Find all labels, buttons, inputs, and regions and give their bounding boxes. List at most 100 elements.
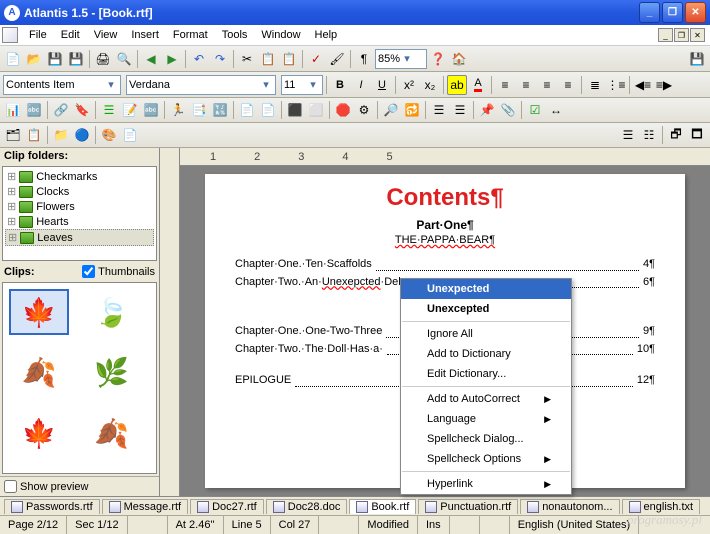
saveall-button[interactable]: 💾 [66,49,86,69]
doc-tab[interactable]: Message.rtf [102,499,188,514]
copy-button[interactable]: 📋 [258,49,278,69]
tool-a[interactable]: 📊 [3,100,23,120]
align-right-button[interactable]: ≡ [537,75,557,95]
menu-tools[interactable]: Tools [215,26,255,44]
redo-button[interactable]: ↷ [210,49,230,69]
doc-tab[interactable]: nonautonom... [520,499,619,514]
tool-o[interactable]: ⚙ [354,100,374,120]
panel-f[interactable]: 📄 [120,125,140,145]
tool-g[interactable]: 🔤 [141,100,161,120]
hyperlink-submenu[interactable]: Hyperlink▶ [401,474,571,494]
mdi-close-button[interactable]: ✕ [690,28,705,42]
size-combo[interactable]: 11▾ [281,75,323,95]
numbering-button[interactable]: ≣ [585,75,605,95]
tool-t[interactable]: ☑ [525,100,545,120]
panel-c[interactable]: 📁 [51,125,71,145]
show-preview-checkbox[interactable]: Show preview [0,476,159,496]
view-a[interactable]: ☰ [618,125,638,145]
panel-a[interactable]: 🗂 [3,125,23,145]
nav-next-button[interactable]: ▶ [162,49,182,69]
folder-tree[interactable]: ⊞Checkmarks ⊞Clocks ⊞Flowers ⊞Hearts ⊞Le… [2,166,157,261]
folder-flowers[interactable]: ⊞Flowers [5,199,154,214]
clip-item[interactable]: 🍂 [82,410,142,456]
align-left-button[interactable]: ≡ [495,75,515,95]
menu-file[interactable]: File [22,26,54,44]
tool-u[interactable]: ↔ [546,100,566,120]
tool-run[interactable]: 🏃 [168,100,188,120]
clip-item[interactable]: 🍂 [9,350,69,396]
tool-e[interactable]: ☰ [99,100,119,120]
doc-tab-active[interactable]: Book.rtf [349,499,416,514]
help-button[interactable]: ❓ [428,49,448,69]
add-to-dictionary[interactable]: Add to Dictionary [401,344,571,364]
view-b[interactable]: ☷ [639,125,659,145]
tool-s[interactable]: 📎 [498,100,518,120]
thumbnails-checkbox[interactable]: Thumbnails [82,265,155,278]
tool-m[interactable]: ⬜ [306,100,326,120]
font-combo[interactable]: Verdana▾ [126,75,276,95]
nav-prev-button[interactable]: ◀ [141,49,161,69]
view-d[interactable]: 🗖 [687,125,707,145]
open-button[interactable]: 📂 [24,49,44,69]
highlight-button[interactable]: ab [447,75,467,95]
tool-c[interactable]: 🔗 [51,100,71,120]
outdent-button[interactable]: ◀≡ [633,75,653,95]
doc-tab[interactable]: english.txt [622,499,701,514]
menu-edit[interactable]: Edit [54,26,87,44]
spell-button[interactable]: ✓ [306,49,326,69]
menu-window[interactable]: Window [254,26,307,44]
bold-button[interactable]: B [330,75,350,95]
italic-button[interactable]: I [351,75,371,95]
home-button[interactable]: 🏠 [449,49,469,69]
doc-tab[interactable]: Doc27.rtf [190,499,264,514]
paste-button[interactable]: 📋 [279,49,299,69]
undo-button[interactable]: ↶ [189,49,209,69]
new-button[interactable]: 📄 [3,49,23,69]
tool-p[interactable]: ☰ [429,100,449,120]
tool-i[interactable]: 🔣 [210,100,230,120]
superscript-button[interactable]: x² [399,75,419,95]
suggestion-unexpected[interactable]: Unexpected [401,279,571,299]
add-to-autocorrect[interactable]: Add to AutoCorrect▶ [401,389,571,409]
preview-button[interactable]: 🔍 [114,49,134,69]
print-button[interactable]: 🖨 [93,49,113,69]
doc-tab[interactable]: Doc28.doc [266,499,348,514]
clip-item[interactable]: 🍃 [82,289,142,335]
menu-help[interactable]: Help [308,26,345,44]
doc-tab[interactable]: Passwords.rtf [4,499,100,514]
language-submenu[interactable]: Language▶ [401,409,571,429]
mdi-minimize-button[interactable]: _ [658,28,673,42]
tool-replace[interactable]: 🔂 [402,100,422,120]
style-combo[interactable]: Contents Item▾ [3,75,121,95]
view-c[interactable]: 🗗 [666,125,686,145]
tool-r[interactable]: 📌 [477,100,497,120]
close-button[interactable]: ✕ [685,2,706,23]
folder-clocks[interactable]: ⊞Clocks [5,184,154,199]
clip-item[interactable]: 🍁 [9,410,69,456]
panel-d[interactable]: 🔵 [72,125,92,145]
panel-e[interactable]: 🎨 [99,125,119,145]
tool-l[interactable]: ⬛ [285,100,305,120]
spellcheck-options[interactable]: Spellcheck Options▶ [401,449,571,469]
maximize-button[interactable]: ❐ [662,2,683,23]
bullets-button[interactable]: ⋮≡ [606,75,626,95]
menu-view[interactable]: View [87,26,125,44]
tool-q[interactable]: ☰ [450,100,470,120]
panel-b[interactable]: 📋 [24,125,44,145]
zoom-combo[interactable]: 85%▾ [375,49,427,69]
cut-button[interactable]: ✂ [237,49,257,69]
pilcrow-button[interactable]: ¶ [354,49,374,69]
ignore-all[interactable]: Ignore All [401,324,571,344]
align-justify-button[interactable]: ≡ [558,75,578,95]
menu-insert[interactable]: Insert [124,26,166,44]
folder-checkmarks[interactable]: ⊞Checkmarks [5,169,154,184]
folder-hearts[interactable]: ⊞Hearts [5,214,154,229]
tool-k[interactable]: 📄 [258,100,278,120]
save-alt-button[interactable]: 💾 [687,49,707,69]
minimize-button[interactable]: _ [639,2,660,23]
indent-button[interactable]: ≡▶ [654,75,674,95]
tool-d[interactable]: 🔖 [72,100,92,120]
tool-j[interactable]: 📄 [237,100,257,120]
format-painter-button[interactable]: 🖌 [327,49,347,69]
font-color-button[interactable]: A [468,75,488,95]
